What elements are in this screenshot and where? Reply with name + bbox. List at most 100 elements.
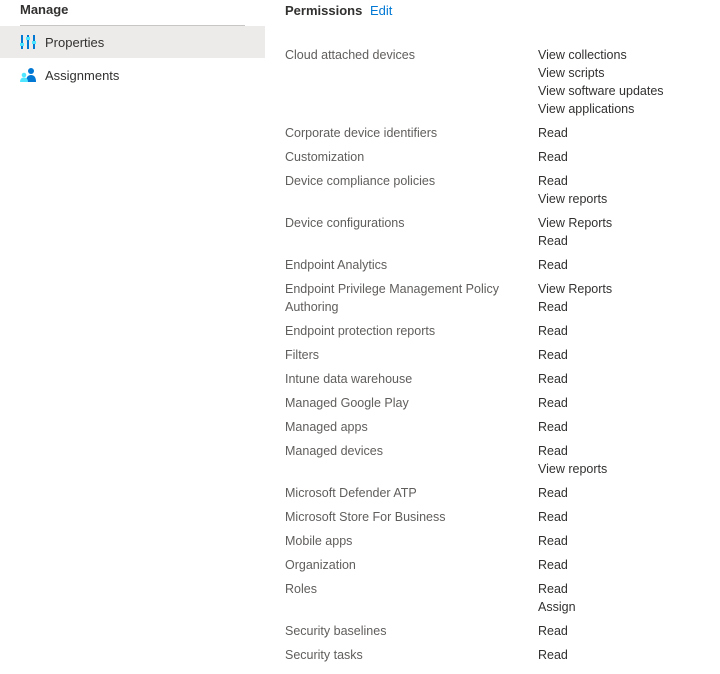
permission-row: Endpoint Analytics Read — [285, 256, 720, 280]
permission-value: Read — [538, 558, 568, 572]
permission-row: Microsoft Store For Business Read — [285, 508, 720, 532]
permission-value: Read — [538, 444, 568, 458]
permission-row: Mobile apps Read — [285, 532, 720, 556]
permission-row: Managed Google Play Read — [285, 394, 720, 418]
permission-name: Managed devices — [285, 444, 383, 458]
permission-row: Roles Read Assign — [285, 580, 720, 622]
sidebar-item-label: Assignments — [45, 67, 120, 83]
permission-value: View Reports — [538, 282, 613, 296]
permission-name: Customization — [285, 150, 365, 164]
permission-values: Read — [538, 322, 720, 340]
permission-value: View software updates — [538, 84, 664, 98]
permission-name: Microsoft Defender ATP — [285, 486, 417, 500]
permission-name: Managed Google Play — [285, 396, 409, 410]
permission-value: Read — [538, 324, 568, 338]
permission-value: Read — [538, 534, 568, 548]
permission-name: Organization — [285, 558, 356, 572]
permission-name: Intune data warehouse — [285, 372, 413, 386]
permission-values: View Reports Read — [538, 280, 720, 316]
permission-value: View applications — [538, 102, 635, 116]
permission-row: Microsoft Defender ATP Read — [285, 484, 720, 508]
permission-value: Read — [538, 300, 568, 314]
permission-values: Read View reports — [538, 172, 720, 208]
permission-value: View scripts — [538, 66, 605, 80]
permission-row: Managed apps Read — [285, 418, 720, 442]
permission-value: Read — [538, 486, 568, 500]
permission-value: Assign — [538, 600, 576, 614]
permission-name: Security baselines — [285, 624, 387, 638]
permission-value: Read — [538, 624, 568, 638]
permission-value: Read — [538, 582, 568, 596]
permissions-title: Permissions — [285, 3, 363, 18]
permission-row: Security tasks Read — [285, 646, 720, 670]
permission-value: Read — [538, 126, 568, 140]
permission-values: Read — [538, 370, 720, 388]
permission-row: Organization Read — [285, 556, 720, 580]
permission-values: Read — [538, 508, 720, 526]
permission-values: Read — [538, 256, 720, 274]
permission-values: Read Assign — [538, 580, 720, 616]
permission-values: Read — [538, 148, 720, 166]
permission-values: Read — [538, 124, 720, 142]
permission-row: Managed devices Read View reports — [285, 442, 720, 484]
permission-values: Read — [538, 646, 720, 664]
permission-values: Read — [538, 556, 720, 574]
permission-values: Read — [538, 346, 720, 364]
properties-icon — [20, 34, 36, 50]
permission-value: Read — [538, 174, 568, 188]
permissions-panel: Permissions Edit Cloud attached devices V… — [285, 0, 720, 674]
permission-name: Endpoint Analytics — [285, 258, 388, 272]
permission-values: Read — [538, 532, 720, 550]
permission-name: Filters — [285, 348, 320, 362]
assignments-icon — [20, 67, 36, 83]
sidebar-item-assignments[interactable]: Assignments — [0, 59, 265, 91]
permission-name: Mobile apps — [285, 534, 353, 548]
permission-values: View Reports Read — [538, 214, 720, 250]
permission-name: Endpoint Privilege Management Policy Aut… — [285, 282, 500, 314]
permission-values: Read — [538, 622, 720, 640]
permission-name: Roles — [285, 582, 317, 596]
permission-name: Corporate device identifiers — [285, 126, 438, 140]
permission-value: Read — [538, 150, 568, 164]
permission-row: Cloud attached devices View collections Vi… — [285, 46, 720, 124]
permission-value: View reports — [538, 462, 608, 476]
sidebar: Manage Properties Assignments — [0, 0, 265, 674]
permission-values: Read — [538, 394, 720, 412]
permission-row: Device configurations View Reports Read — [285, 214, 720, 256]
permission-value: Read — [538, 396, 568, 410]
permission-value: Read — [538, 648, 568, 662]
permissions-header: Permissions Edit — [285, 3, 392, 18]
permission-value: View reports — [538, 192, 608, 206]
permission-row: Endpoint Privilege Management Policy Aut… — [285, 280, 720, 322]
permission-values: Read — [538, 418, 720, 436]
edit-permissions-link[interactable]: Edit — [370, 3, 392, 18]
permission-values: Read — [538, 484, 720, 502]
permission-row: Endpoint protection reports Read — [285, 322, 720, 346]
manage-section-title: Manage — [20, 2, 69, 17]
sidebar-item-properties[interactable]: Properties — [0, 26, 265, 58]
permission-row: Corporate device identifiers Read — [285, 124, 720, 148]
permission-values: Read View reports — [538, 442, 720, 478]
permission-row: Security baselines Read — [285, 622, 720, 646]
permission-value: Read — [538, 510, 568, 524]
permission-row: Filters Read — [285, 346, 720, 370]
permission-name: Microsoft Store For Business — [285, 510, 446, 524]
permission-name: Device configurations — [285, 216, 405, 230]
permission-row: Intune data warehouse Read — [285, 370, 720, 394]
permission-values: View collections View scripts View softwar… — [538, 46, 720, 118]
sidebar-item-label: Properties — [45, 34, 105, 50]
permission-row: Device compliance policies Read View repor… — [285, 172, 720, 214]
permission-value: View Reports — [538, 216, 613, 230]
permission-name: Endpoint protection reports — [285, 324, 436, 338]
permission-name: Security tasks — [285, 648, 363, 662]
permission-value: Read — [538, 348, 568, 362]
permission-row: Customization Read — [285, 148, 720, 172]
permission-name: Managed apps — [285, 420, 368, 434]
permission-name: Cloud attached devices — [285, 48, 415, 62]
permission-value: Read — [538, 372, 568, 386]
permission-value: Read — [538, 420, 568, 434]
permission-value: View collections — [538, 48, 627, 62]
permission-value: Read — [538, 258, 568, 272]
permission-name: Device compliance policies — [285, 174, 436, 188]
permission-value: Read — [538, 234, 568, 248]
